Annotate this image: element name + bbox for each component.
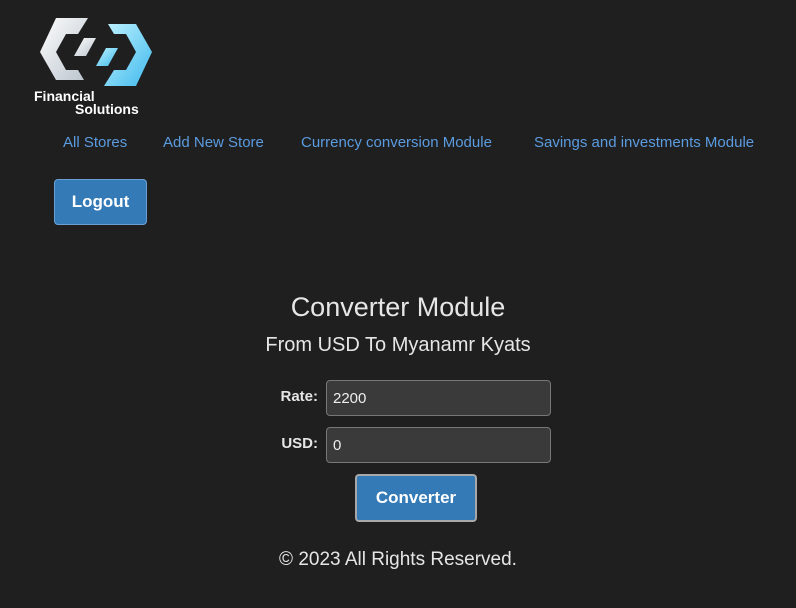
nav-link-add-new-store[interactable]: Add New Store <box>163 134 264 151</box>
nav-link-currency-conversion[interactable]: Currency conversion Module <box>301 134 492 151</box>
rate-input[interactable] <box>326 380 551 416</box>
page-subtitle: From USD To Myanamr Kyats <box>265 334 531 356</box>
logo-text-solutions: Solutions <box>75 101 139 117</box>
rate-label: Rate: <box>280 388 318 405</box>
company-logo[interactable]: Financial Solutions <box>34 14 158 118</box>
nav-link-savings-investments[interactable]: Savings and investments Module <box>534 134 754 151</box>
nav-link-all-stores[interactable]: All Stores <box>63 134 127 151</box>
usd-label: USD: <box>281 435 318 452</box>
logout-button[interactable]: Logout <box>54 179 147 225</box>
page-title: Converter Module <box>290 292 506 322</box>
page: Financial Solutions All Stores Add New S… <box>0 0 796 608</box>
convert-button[interactable]: Converter <box>355 474 477 522</box>
footer-copyright: © 2023 All Rights Reserved. <box>279 549 517 570</box>
main-nav: All Stores Add New Store Currency conver… <box>0 134 796 154</box>
interlocking-hexagon-logo-icon <box>40 18 152 86</box>
usd-input[interactable] <box>326 427 551 463</box>
